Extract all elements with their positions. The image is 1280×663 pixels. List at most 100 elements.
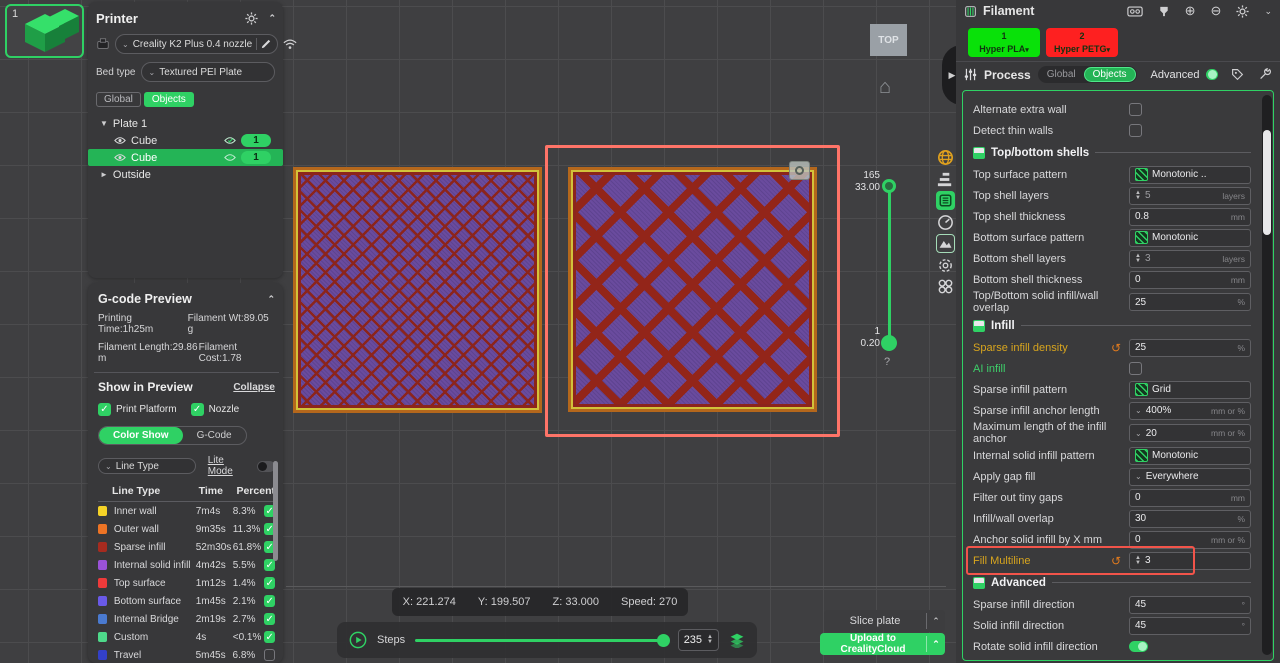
plate-thumbnail[interactable]: 1 [5, 4, 84, 58]
setting-input[interactable]: ⌄Everywhere [1129, 468, 1251, 486]
printer-collapse-icon[interactable]: ⌃ [268, 13, 275, 24]
filament-settings-gear-icon[interactable] [1236, 5, 1249, 18]
add-filament-icon[interactable]: ⊕ [1185, 3, 1196, 19]
layer-slider-top-handle[interactable] [882, 179, 896, 193]
tab-global[interactable]: Global [96, 92, 141, 107]
setting-input[interactable]: 0.8mm [1129, 208, 1251, 226]
line-type-select[interactable]: ⌄ Line Type [98, 458, 196, 474]
setting-input[interactable]: Monotonic [1129, 229, 1251, 247]
nozzle-icon[interactable] [1158, 5, 1170, 18]
preview-mountain-icon[interactable] [936, 234, 955, 253]
upload-options-caret[interactable]: ⌃ [927, 639, 945, 650]
setting-input[interactable]: Grid [1129, 381, 1251, 399]
layer-slider-track[interactable] [888, 186, 891, 341]
filament-slot-2[interactable]: 2 Hyper PETG▾ [1046, 28, 1118, 57]
gcode-collapse-icon[interactable]: ⌃ [267, 294, 275, 305]
collapse-link[interactable]: Collapse [233, 382, 275, 393]
setting-input[interactable]: ▲▼3 [1129, 552, 1251, 570]
setting-input[interactable]: 25% [1129, 339, 1251, 357]
line-type-checkbox[interactable]: ✓ [264, 559, 275, 571]
setting-checkbox[interactable] [1129, 362, 1142, 375]
eye-icon[interactable] [114, 153, 126, 162]
setting-checkbox[interactable] [1129, 124, 1142, 137]
steps-spinner[interactable]: ▲▼ [707, 635, 713, 645]
layer-slider-help[interactable]: ? [884, 356, 890, 368]
slice-options-caret[interactable]: ⌃ [927, 616, 945, 627]
preview-checkbox-print-platform[interactable]: ✓Print Platform [98, 403, 177, 416]
tree-object-row[interactable]: Cube1 [88, 149, 283, 166]
setting-input[interactable]: 25% [1129, 293, 1251, 311]
setting-input[interactable]: ▲▼5layers [1129, 187, 1251, 205]
advanced-toggle[interactable] [1206, 69, 1218, 80]
tree-outside-row[interactable]: ► Outside [96, 166, 275, 183]
ams-icon[interactable] [1127, 5, 1143, 18]
play-button[interactable] [349, 631, 367, 649]
filament-slot-1[interactable]: 1 Hyper PLA▾ [968, 28, 1040, 57]
spinner-arrows[interactable]: ▲▼ [1135, 191, 1141, 201]
steps-slider-handle[interactable] [657, 634, 670, 647]
setting-input[interactable]: ⌄20mm or % [1129, 424, 1251, 442]
preview-checkbox-nozzle[interactable]: ✓Nozzle [191, 403, 240, 416]
checkbox[interactable]: ✓ [191, 403, 204, 416]
wifi-icon[interactable] [283, 39, 297, 50]
revert-icon[interactable]: ↺ [1111, 341, 1125, 355]
line-type-checkbox[interactable]: ✓ [264, 631, 275, 643]
setting-input[interactable]: ▲▼3layers [1129, 250, 1251, 268]
setting-input[interactable]: ⌄400%mm or % [1129, 402, 1251, 420]
setting-input[interactable]: Monotonic .. [1129, 166, 1251, 184]
gcode-button[interactable]: G-Code [183, 427, 246, 444]
setting-input[interactable]: 0mm or % [1129, 531, 1251, 549]
line-type-checkbox[interactable]: ✓ [264, 613, 275, 625]
edit-pencil-icon[interactable] [261, 39, 271, 49]
object-gizmo-icon[interactable] [789, 161, 810, 180]
color-show-button[interactable]: Color Show [99, 427, 183, 444]
wrench-icon[interactable] [1259, 68, 1272, 81]
tree-plate-row[interactable]: ▼ Plate 1 [96, 115, 275, 132]
line-type-checkbox[interactable]: ✓ [264, 595, 275, 607]
steps-value-box[interactable]: 235 ▲▼ [678, 629, 719, 651]
steps-slider[interactable] [415, 639, 668, 642]
home-view-icon[interactable]: ⌂ [879, 76, 891, 99]
preview-structure-icon[interactable] [936, 170, 955, 189]
setting-input[interactable]: 0mm [1129, 489, 1251, 507]
tree-object-row[interactable]: Cube1 [96, 132, 275, 149]
remove-filament-icon[interactable]: ⊖ [1211, 3, 1222, 19]
preview-globe-icon[interactable] [936, 148, 955, 167]
eye-icon[interactable] [114, 136, 126, 145]
layer-slider-bottom-handle[interactable] [881, 335, 897, 351]
extruder-count-pill[interactable]: 1 [241, 134, 271, 147]
process-tab-global[interactable]: Global [1039, 68, 1084, 81]
setting-checkbox[interactable] [1129, 103, 1142, 116]
view-cube-top[interactable]: TOP [870, 24, 907, 56]
preview-dots-grid-icon[interactable] [936, 277, 955, 296]
setting-input[interactable]: Monotonic [1129, 447, 1251, 465]
tab-objects[interactable]: Objects [144, 92, 194, 107]
setting-toggle[interactable] [1129, 641, 1148, 652]
printer-settings-gear-icon[interactable] [245, 12, 258, 25]
preview-linetype-icon-active[interactable] [936, 191, 955, 210]
spinner-arrows[interactable]: ▲▼ [1135, 254, 1141, 264]
extruder-count-pill[interactable]: 1 [241, 151, 271, 164]
setting-input[interactable]: 45° [1129, 617, 1251, 635]
spinner-arrows[interactable]: ▲▼ [1135, 556, 1141, 566]
settings-scrollbar-thumb[interactable] [1263, 130, 1271, 235]
per-object-settings-icon[interactable] [224, 136, 236, 145]
preview-speed-gauge-icon[interactable] [936, 213, 955, 232]
checkbox[interactable]: ✓ [98, 403, 111, 416]
revert-icon[interactable]: ↺ [1111, 554, 1125, 568]
preview-gear-circle-icon[interactable] [936, 256, 955, 275]
bed-type-select[interactable]: ⌄ Textured PEI Plate [141, 62, 275, 82]
line-type-scrollbar[interactable] [273, 461, 278, 561]
upload-crealitycloud-button[interactable]: Upload to CrealityCloud ⌃ [820, 633, 945, 655]
layers-stack-icon[interactable] [729, 632, 745, 648]
process-tab-objects[interactable]: Objects [1084, 67, 1136, 82]
sliced-cube-left[interactable] [293, 167, 542, 413]
setting-input[interactable]: 45° [1129, 596, 1251, 614]
setting-input[interactable]: 30% [1129, 510, 1251, 528]
line-type-checkbox[interactable]: ✓ [264, 577, 275, 589]
setting-input[interactable]: 0mm [1129, 271, 1251, 289]
sliced-cube-right-selected[interactable] [568, 167, 817, 412]
filament-collapse-icon[interactable]: ⌄ [1264, 6, 1272, 17]
slice-plate-button[interactable]: Slice plate ⌃ [824, 610, 945, 632]
printer-select[interactable]: ⌄ Creality K2 Plus 0.4 nozzle [115, 34, 278, 54]
